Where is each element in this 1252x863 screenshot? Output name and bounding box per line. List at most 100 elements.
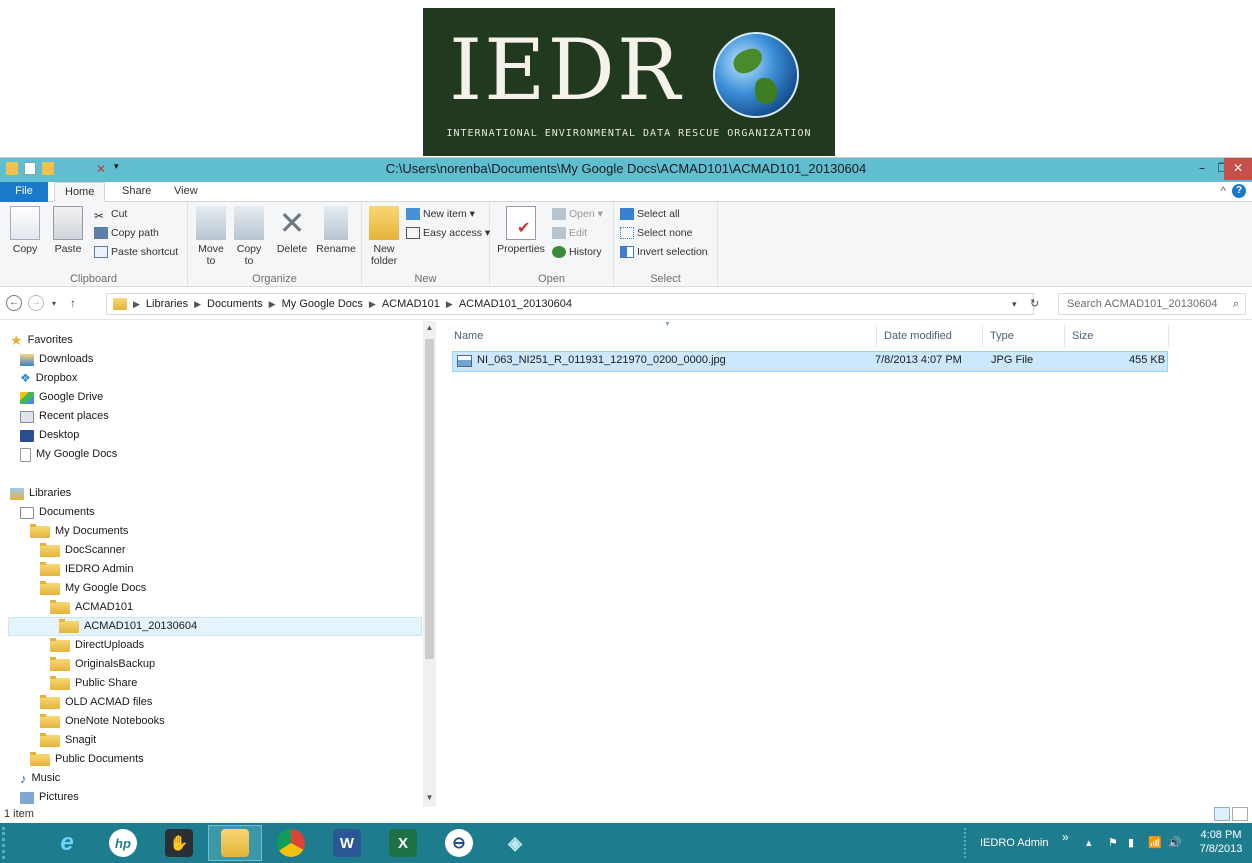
tab-share[interactable]: Share xyxy=(112,182,161,202)
column-size[interactable]: Size xyxy=(1072,327,1093,345)
new-item-button[interactable]: New item ▾ xyxy=(406,206,475,222)
action-center-flag-icon[interactable]: ⚑ xyxy=(1108,823,1118,863)
nav-public-share[interactable]: Public Share xyxy=(50,674,137,693)
chevron-right-icon[interactable]: ▶ xyxy=(369,299,376,310)
details-view-icon[interactable] xyxy=(1214,807,1230,821)
chevron-right-icon[interactable]: ▶ xyxy=(446,299,453,310)
nav-originalsbackup[interactable]: OriginalsBackup xyxy=(50,655,155,674)
open-button[interactable]: Open ▾ xyxy=(552,206,603,222)
breadcrumb-acmad101[interactable]: ACMAD101 xyxy=(382,298,440,310)
column-divider[interactable] xyxy=(1064,325,1065,347)
nav-old-acmad-files[interactable]: OLD ACMAD files xyxy=(40,693,152,712)
nav-music[interactable]: ♪ Music xyxy=(20,769,60,788)
excel-button[interactable]: X xyxy=(376,825,430,861)
chevron-right-icon[interactable]: ▶ xyxy=(133,299,140,310)
chrome-button[interactable] xyxy=(264,825,318,861)
taskbar-grip[interactable] xyxy=(2,827,16,859)
nav-onenote-notebooks[interactable]: OneNote Notebooks xyxy=(40,712,165,731)
tab-file[interactable]: File xyxy=(0,182,48,202)
breadcrumb-acmad101-20130604[interactable]: ACMAD101_20130604 xyxy=(459,298,572,310)
up-arrow-icon[interactable]: ↑ xyxy=(70,296,76,310)
back-button[interactable]: ← xyxy=(6,295,22,311)
nav-directuploads[interactable]: DirectUploads xyxy=(50,636,144,655)
help-icon[interactable]: ? xyxy=(1232,184,1246,198)
column-name[interactable]: Name xyxy=(454,327,483,345)
move-to-button[interactable]: Move to xyxy=(194,206,228,267)
tray-user-label[interactable]: IEDRO Admin xyxy=(980,823,1048,863)
large-icons-view-icon[interactable] xyxy=(1232,807,1248,821)
power-icon[interactable]: ▮ xyxy=(1128,823,1134,863)
file-explorer-button[interactable] xyxy=(208,825,262,861)
minimize-button[interactable]: – xyxy=(1192,158,1212,180)
app-globe-button[interactable]: ⊖ xyxy=(432,825,486,861)
nav-documents[interactable]: Documents xyxy=(20,503,95,522)
nav-google-drive[interactable]: Google Drive xyxy=(20,388,103,407)
app-diamond-button[interactable]: ◈ xyxy=(488,825,542,861)
scrollbar-thumb[interactable] xyxy=(425,339,434,659)
nav-favorites[interactable]: ★ Favorites xyxy=(10,331,73,350)
scroll-up-icon[interactable]: ▲ xyxy=(423,323,436,332)
invert-selection-button[interactable]: Invert selection xyxy=(620,244,708,260)
breadcrumb-libraries[interactable]: Libraries xyxy=(146,298,188,310)
column-divider[interactable] xyxy=(1168,325,1169,347)
select-none-button[interactable]: Select none xyxy=(620,225,692,241)
tray-grip[interactable] xyxy=(964,823,970,863)
scroll-down-icon[interactable]: ▼ xyxy=(423,793,436,802)
clock[interactable]: 4:08 PM 7/8/2013 xyxy=(1196,828,1246,856)
nav-downloads[interactable]: Downloads xyxy=(20,350,93,369)
nav-desktop[interactable]: Desktop xyxy=(20,426,79,445)
history-button[interactable]: History xyxy=(552,244,602,260)
column-date-modified[interactable]: Date modified xyxy=(884,327,952,345)
nav-public-documents[interactable]: Public Documents xyxy=(30,750,144,769)
address-dropdown-icon[interactable]: ▾ xyxy=(1012,299,1017,310)
search-input[interactable]: Search ACMAD101_20130604 ⌕ xyxy=(1058,293,1246,315)
properties-button[interactable]: ✔ Properties xyxy=(496,206,546,255)
signal-strength-icon[interactable]: 📶 xyxy=(1148,823,1162,863)
edit-button[interactable]: Edit xyxy=(552,225,587,241)
internet-explorer-button[interactable]: e xyxy=(40,825,94,861)
chevron-right-icon[interactable]: ▶ xyxy=(269,299,276,310)
paste-shortcut-button[interactable]: Paste shortcut xyxy=(94,244,178,260)
column-type[interactable]: Type xyxy=(990,327,1014,345)
copy-to-button[interactable]: Copy to xyxy=(232,206,266,267)
breadcrumb-documents[interactable]: Documents xyxy=(207,298,263,310)
copy-button[interactable]: Copy xyxy=(8,206,42,255)
hp-button[interactable]: hp xyxy=(96,825,150,861)
chevron-right-icon[interactable]: ▶ xyxy=(194,299,201,310)
minimize-ribbon-icon[interactable]: ^ xyxy=(1220,184,1226,198)
column-divider[interactable] xyxy=(876,325,877,347)
table-row[interactable]: NI_063_NI251_R_011931_121970_0200_0000.j… xyxy=(452,351,1168,372)
nav-my-google-docs[interactable]: My Google Docs xyxy=(40,579,146,598)
nav-iedro-admin[interactable]: IEDRO Admin xyxy=(40,560,133,579)
refresh-icon[interactable]: ↻ xyxy=(1030,297,1039,310)
nav-recent-places[interactable]: Recent places xyxy=(20,407,109,426)
show-hidden-icons[interactable]: ▴ xyxy=(1086,823,1092,863)
close-button[interactable]: ✕ xyxy=(1224,158,1252,180)
forward-button[interactable]: → xyxy=(28,295,44,311)
cut-button[interactable]: ✂ Cut xyxy=(94,206,127,223)
rename-button[interactable]: Rename xyxy=(314,206,358,255)
nav-acmad101-20130604[interactable]: ACMAD101_20130604 xyxy=(8,617,422,636)
nav-my-documents[interactable]: My Documents xyxy=(30,522,128,541)
nav-libraries[interactable]: Libraries xyxy=(10,484,71,503)
tab-view[interactable]: View xyxy=(164,182,208,202)
nav-acmad101[interactable]: ACMAD101 xyxy=(50,598,133,617)
address-path[interactable]: ▶ Libraries ▶ Documents ▶ My Google Docs… xyxy=(106,293,1034,315)
tab-home[interactable]: Home xyxy=(54,182,106,202)
word-button[interactable]: W xyxy=(320,825,374,861)
nav-dropbox[interactable]: ❖ Dropbox xyxy=(20,369,77,388)
nav-snagit[interactable]: Snagit xyxy=(40,731,96,750)
search-icon[interactable]: ⌕ xyxy=(1233,294,1239,314)
delete-button[interactable]: ✕ Delete xyxy=(272,206,312,255)
touch-app-button[interactable]: ✋ xyxy=(152,825,206,861)
select-all-button[interactable]: Select all xyxy=(620,206,680,222)
volume-icon[interactable]: 🔊 xyxy=(1168,823,1182,863)
copy-path-button[interactable]: Copy path xyxy=(94,225,159,241)
paste-button[interactable]: Paste xyxy=(50,206,86,255)
column-divider[interactable] xyxy=(982,325,983,347)
tray-expand-icon[interactable]: » xyxy=(1062,817,1069,857)
new-folder-button[interactable]: New folder xyxy=(366,206,402,267)
recent-locations-icon[interactable]: ▾ xyxy=(52,299,56,308)
nav-my-google-docs-favorite[interactable]: My Google Docs xyxy=(20,445,117,464)
nav-docscanner[interactable]: DocScanner xyxy=(40,541,126,560)
